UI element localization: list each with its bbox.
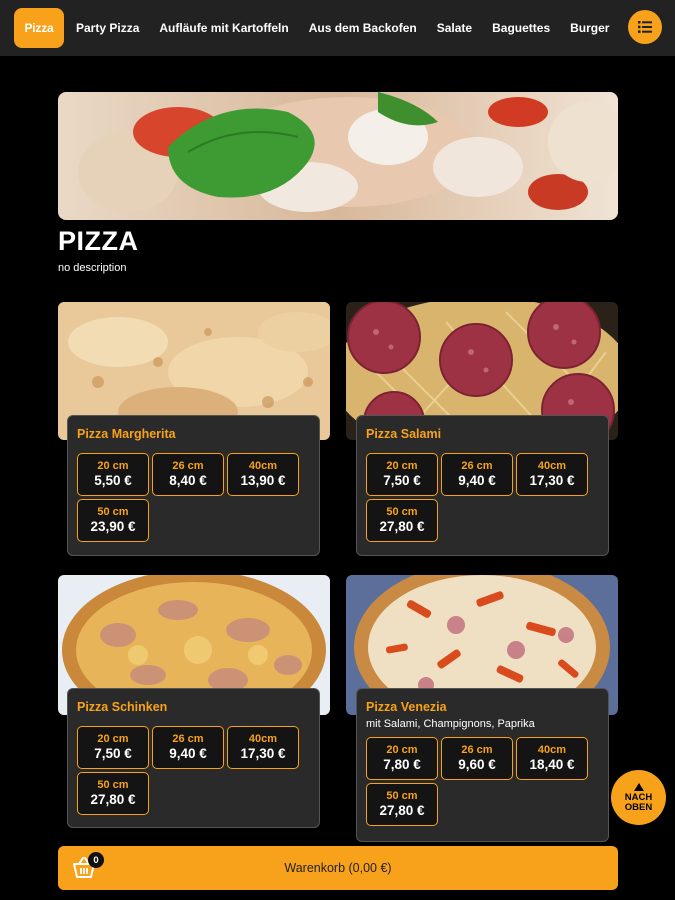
price-value: 5,50 € [94, 473, 132, 488]
price-size: 20 cm [97, 460, 129, 472]
price-size: 40cm [537, 744, 567, 756]
price-value: 27,80 € [379, 519, 425, 534]
price-size: 26 cm [461, 460, 493, 472]
category-hero-image [58, 92, 618, 220]
price-size: 40cm [537, 460, 567, 472]
price-value: 9,40 € [458, 473, 496, 488]
price-value: 23,90 € [90, 519, 136, 534]
price-options: 20 cm 7,80 € 26 cm 9,60 € 40cm 18,40 € 50 c… [366, 737, 594, 826]
section-title: PIZZA [58, 226, 139, 256]
price-value: 27,80 € [90, 792, 136, 807]
price-option-40cm[interactable]: 40cm 18,40 € [516, 737, 588, 780]
price-option-40cm[interactable]: 40cm 17,30 € [227, 726, 299, 769]
price-value: 8,40 € [169, 473, 207, 488]
price-value: 13,90 € [240, 473, 286, 488]
price-value: 9,60 € [458, 757, 496, 772]
back-to-top-label-1: NACH [624, 791, 653, 803]
price-options: 20 cm 7,50 € 26 cm 9,40 € 40cm 17,30 € 50 c… [77, 726, 305, 815]
price-option-26cm[interactable]: 26 cm 8,40 € [152, 453, 224, 496]
nav-tab-baguettes[interactable]: Baguettes [482, 21, 560, 35]
nav-tab-party-pizza[interactable]: Party Pizza [66, 21, 149, 35]
price-option-26cm[interactable]: 26 cm 9,40 € [152, 726, 224, 769]
price-size: 26 cm [461, 744, 493, 756]
price-value: 27,80 € [379, 803, 425, 818]
price-size: 50 cm [386, 790, 418, 802]
category-menu-button[interactable] [628, 10, 662, 44]
price-option-20cm[interactable]: 20 cm 7,50 € [366, 453, 438, 496]
back-to-top-label-2: OBEN [624, 801, 653, 813]
price-size: 26 cm [172, 733, 204, 745]
nav-tab-list: Party Pizza Aufläufe mit Kartoffeln Aus … [66, 8, 612, 48]
section-description: no description [58, 262, 127, 274]
product-description: mit Salami, Champignons, Paprika [366, 718, 535, 730]
product-card-salami: Pizza Salami 20 cm 7,50 € 26 cm 9,40 € 40c… [356, 415, 609, 556]
price-value: 17,30 € [529, 473, 575, 488]
price-value: 7,50 € [94, 746, 132, 761]
price-size: 50 cm [97, 779, 129, 791]
product-card-margherita: Pizza Margherita 20 cm 5,50 € 26 cm 8,40 €… [67, 415, 320, 556]
price-option-40cm[interactable]: 40cm 17,30 € [516, 453, 588, 496]
cart-label: Warenkorb (0,00 €) [284, 861, 392, 875]
price-option-20cm[interactable]: 20 cm 5,50 € [77, 453, 149, 496]
nav-tab-burger[interactable]: Burger [560, 21, 612, 35]
product-name: Pizza Salami [366, 427, 442, 441]
price-option-40cm[interactable]: 40cm 13,90 € [227, 453, 299, 496]
nav-tab-pizza[interactable]: Pizza [14, 8, 64, 48]
cart-button[interactable]: 0 Warenkorb (0,00 €) [58, 846, 618, 890]
price-size: 26 cm [172, 460, 204, 472]
price-size: 20 cm [386, 744, 418, 756]
price-value: 18,40 € [529, 757, 575, 772]
price-option-50cm[interactable]: 50 cm 23,90 € [77, 499, 149, 542]
product-card-schinken: Pizza Schinken 20 cm 7,50 € 26 cm 9,40 € 4… [67, 688, 320, 828]
price-size: 40cm [248, 460, 278, 472]
price-size: 40cm [248, 733, 278, 745]
back-to-top-button[interactable]: NACH OBEN [611, 770, 666, 825]
product-name: Pizza Margherita [77, 427, 176, 441]
price-option-20cm[interactable]: 20 cm 7,80 € [366, 737, 438, 780]
arrow-up-icon [633, 782, 644, 791]
price-option-50cm[interactable]: 50 cm 27,80 € [366, 783, 438, 826]
nav-tab-auflaeufe[interactable]: Aufläufe mit Kartoffeln [149, 21, 298, 35]
cart-count-badge: 0 [88, 852, 104, 868]
price-size: 50 cm [386, 506, 418, 518]
price-option-26cm[interactable]: 26 cm 9,40 € [441, 453, 513, 496]
price-options: 20 cm 5,50 € 26 cm 8,40 € 40cm 13,90 € 50 c… [77, 453, 305, 542]
category-nav: Pizza Party Pizza Aufläufe mit Kartoffel… [0, 0, 675, 56]
price-value: 9,40 € [169, 746, 207, 761]
price-option-50cm[interactable]: 50 cm 27,80 € [77, 772, 149, 815]
nav-tab-backofen[interactable]: Aus dem Backofen [299, 21, 427, 35]
price-options: 20 cm 7,50 € 26 cm 9,40 € 40cm 17,30 € 50 c… [366, 453, 594, 542]
price-value: 7,80 € [383, 757, 421, 772]
price-size: 50 cm [97, 506, 129, 518]
product-card-venezia: Pizza Venezia mit Salami, Champignons, P… [356, 688, 609, 842]
nav-tab-salate[interactable]: Salate [427, 21, 482, 35]
price-option-20cm[interactable]: 20 cm 7,50 € [77, 726, 149, 769]
price-option-50cm[interactable]: 50 cm 27,80 € [366, 499, 438, 542]
price-size: 20 cm [97, 733, 129, 745]
price-option-26cm[interactable]: 26 cm 9,60 € [441, 737, 513, 780]
price-value: 17,30 € [240, 746, 286, 761]
product-name: Pizza Schinken [77, 700, 168, 714]
price-value: 7,50 € [383, 473, 421, 488]
product-name: Pizza Venezia [366, 700, 447, 714]
price-size: 20 cm [386, 460, 418, 472]
list-icon [638, 21, 652, 33]
